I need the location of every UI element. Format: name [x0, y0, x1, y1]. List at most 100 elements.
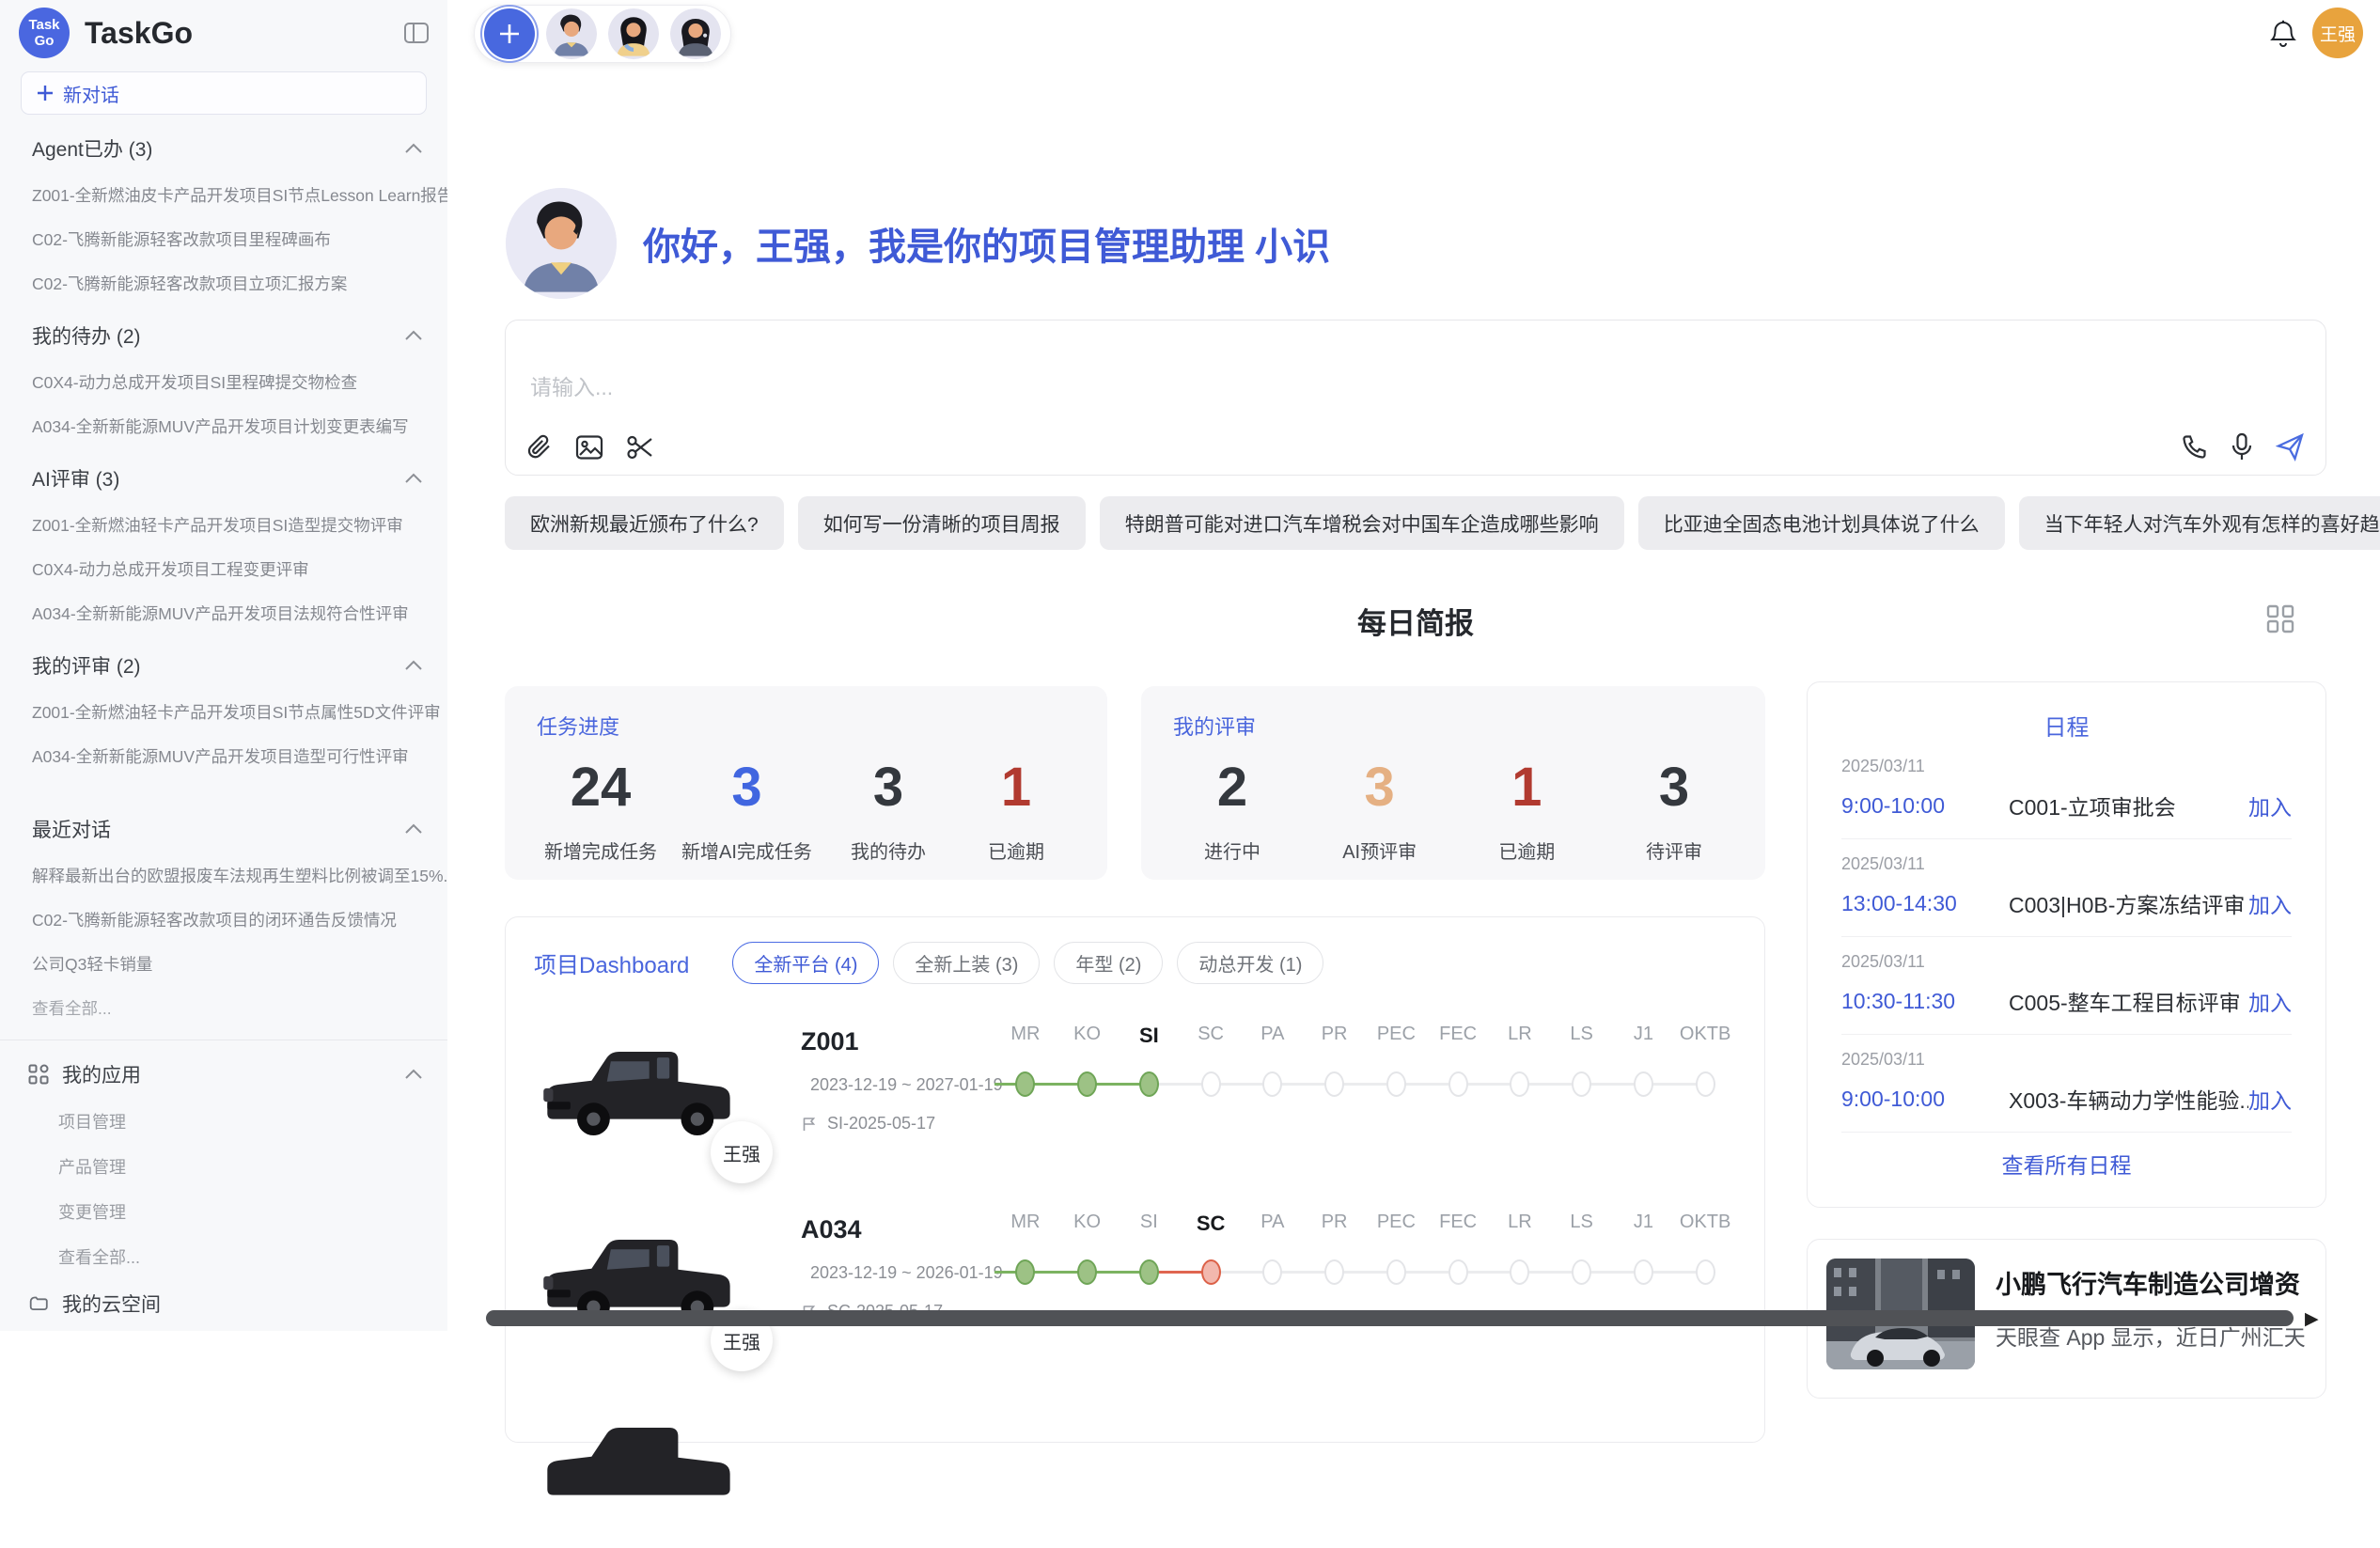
milestone-dot	[1386, 1071, 1406, 1097]
filter-pill[interactable]: 年型 (2)	[1054, 942, 1163, 984]
event-time: 13:00-14:30	[1841, 891, 2009, 916]
suggestion-chip[interactable]: 当下年轻人对汽车外观有怎样的喜好趋势	[2019, 496, 2380, 550]
agent-avatar[interactable]	[608, 8, 659, 59]
sidebar-conversation[interactable]: C0X4-动力总成开发项目SI里程碑提交物检查	[0, 360, 447, 404]
cloud-space-label: 我的云空间	[62, 1290, 161, 1318]
sidebar-app-change-mgmt[interactable]: 变更管理	[0, 1189, 447, 1234]
logo-text-1: Task	[28, 17, 59, 33]
milestone-dot	[1015, 1071, 1035, 1097]
filter-pill[interactable]: 全新平台 (4)	[732, 942, 879, 984]
collapse-sidebar-icon[interactable]	[404, 22, 429, 44]
sidebar-conversation[interactable]: A034-全新新能源MUV产品开发项目计划变更表编写	[0, 404, 447, 448]
section-header[interactable]: Agent已办 (3)	[0, 124, 447, 173]
event-name: C003|H0B-方案冻结评审	[2009, 887, 2248, 919]
milestone-label: LS	[1551, 1024, 1613, 1048]
sidebar-conversation[interactable]: C0X4-动力总成开发项目工程变更评审	[0, 547, 447, 591]
view-all-apps[interactable]: 查看全部...	[0, 1234, 447, 1279]
milestone-label: PEC	[1366, 1212, 1428, 1236]
section-title: 最近对话	[32, 815, 111, 843]
sidebar-conversation[interactable]: C02-飞腾新能源轻客改款项目立项汇报方案	[0, 261, 447, 305]
briefing-layout-grid-icon[interactable]	[2265, 603, 2295, 633]
stat: 3 新增AI完成任务	[681, 758, 812, 864]
join-meeting-link[interactable]: 加入	[2248, 887, 2292, 919]
microphone-icon[interactable]	[2231, 432, 2253, 461]
screenshot-scissors-icon[interactable]	[626, 433, 654, 461]
sidebar-conversation[interactable]: C02-飞腾新能源轻客改款项目的闭环通告反馈情况	[0, 898, 447, 942]
filter-pill[interactable]: 动总开发 (1)	[1177, 942, 1323, 984]
milestone-dot	[1510, 1071, 1529, 1097]
sidebar-item-my-apps[interactable]: 我的应用	[0, 1050, 447, 1099]
new-chat-button[interactable]: 新对话	[21, 71, 427, 115]
section-header[interactable]: 我的待办 (2)	[0, 311, 447, 360]
event-name: X003-车辆动力学性能验...	[2009, 1083, 2248, 1115]
project-row-partial	[534, 1398, 1736, 1548]
voice-call-icon[interactable]	[2181, 433, 2208, 461]
send-icon[interactable]	[2276, 432, 2305, 461]
sidebar: Task Go TaskGo 新对话 Agent已办 (3) Z001-全新燃油…	[0, 0, 447, 1331]
event-date: 2025/03/11	[1841, 854, 2292, 874]
chat-input-box[interactable]: 请输入...	[505, 320, 2326, 476]
section-header[interactable]: 最近对话	[0, 805, 447, 853]
stat-value: 2	[1181, 758, 1284, 818]
attach-file-icon[interactable]	[526, 433, 553, 461]
sidebar-conversation[interactable]: C02-飞腾新能源轻客改款项目里程碑画布	[0, 217, 447, 261]
sidebar-section-recent: 最近对话 解释最新出台的欧盟报废车法规再生塑料比例被调至15%... C02-飞…	[0, 805, 447, 1030]
milestone-dot	[1634, 1259, 1653, 1285]
project-row[interactable]: 王强 A034 2023-12-19 ~ 2026-01-19 SC-2025-…	[534, 1210, 1736, 1360]
suggestion-chip[interactable]: 比亚迪全固态电池计划具体说了什么	[1638, 496, 2005, 550]
agent-avatar[interactable]	[546, 8, 597, 59]
join-meeting-link[interactable]: 加入	[2248, 985, 2292, 1017]
agent-avatar[interactable]	[670, 8, 721, 59]
milestone-dot	[1077, 1259, 1097, 1285]
add-agent-button[interactable]	[484, 8, 535, 59]
sidebar-conversation[interactable]: Z001-全新燃油轻卡产品开发项目SI节点属性5D文件评审	[0, 690, 447, 734]
sidebar-conversation[interactable]: 公司Q3轻卡销量	[0, 942, 447, 986]
horizontal-scrollbar[interactable]	[486, 1310, 2294, 1326]
view-all-schedule-link[interactable]: 查看所有日程	[1841, 1133, 2292, 1195]
suggestion-chip[interactable]: 特朗普可能对进口汽车增税会对中国车企造成哪些影响	[1100, 496, 1624, 550]
sidebar-item-cloud-space[interactable]: 我的云空间	[0, 1279, 447, 1328]
view-all-conversations[interactable]: 查看全部...	[0, 986, 447, 1030]
project-dashboard-card: 项目Dashboard 全新平台 (4) 全新上装 (3) 年型 (2) 动总开…	[505, 916, 1765, 1443]
project-row[interactable]: 王强 Z001 2023-12-19 ~ 2027-01-19 SI-2025-…	[534, 1022, 1736, 1172]
stat: 1 已逾期	[964, 758, 1068, 864]
sidebar-conversation[interactable]: Z001-全新燃油轻卡产品开发项目SI造型提交物评审	[0, 503, 447, 547]
milestone-dot	[1386, 1259, 1406, 1285]
milestone-dot	[1510, 1259, 1529, 1285]
milestone-label: PA	[1242, 1212, 1304, 1236]
suggestion-chips: 欧洲新规最近颁布了什么? 如何写一份清晰的项目周报 特朗普可能对进口汽车增税会对…	[505, 496, 2326, 550]
section-header[interactable]: AI评审 (3)	[0, 454, 447, 503]
event-time: 9:00-10:00	[1841, 793, 2009, 819]
new-chat-label: 新对话	[63, 80, 119, 107]
scroll-right-arrow-icon[interactable]: ▶	[2305, 1308, 2319, 1330]
dashboard-title: 项目Dashboard	[534, 946, 689, 979]
sidebar-conversation[interactable]: A034-全新新能源MUV产品开发项目法规符合性评审	[0, 591, 447, 635]
sidebar-conversation[interactable]: A034-全新新能源MUV产品开发项目造型可行性评审	[0, 734, 447, 778]
notifications-bell-icon[interactable]	[2269, 19, 2297, 49]
sidebar-section-agent-done: Agent已办 (3) Z001-全新燃油皮卡产品开发项目SI节点Lesson …	[0, 124, 447, 305]
insert-image-icon[interactable]	[575, 434, 603, 461]
milestone-label: J1	[1613, 1024, 1675, 1048]
sidebar-app-project-mgmt[interactable]: 项目管理	[0, 1099, 447, 1144]
sidebar-app-product-mgmt[interactable]: 产品管理	[0, 1144, 447, 1189]
suggestion-chip[interactable]: 如何写一份清晰的项目周报	[798, 496, 1086, 550]
suggestion-chip[interactable]: 欧洲新规最近颁布了什么?	[505, 496, 784, 550]
sidebar-conversation[interactable]: 解释最新出台的欧盟报废车法规再生塑料比例被调至15%...	[0, 853, 447, 898]
dashboard-filters: 全新平台 (4) 全新上装 (3) 年型 (2) 动总开发 (1)	[732, 942, 1323, 984]
milestone-dot	[1324, 1071, 1344, 1097]
milestone-label: PA	[1242, 1024, 1304, 1048]
milestone-label: SI	[1119, 1212, 1181, 1236]
user-avatar[interactable]: 王强	[2312, 8, 2363, 58]
event-date: 2025/03/11	[1841, 757, 2292, 776]
event-date: 2025/03/11	[1841, 952, 2292, 972]
project-code: A034	[801, 1215, 994, 1244]
join-meeting-link[interactable]: 加入	[2248, 1083, 2292, 1115]
filter-pill[interactable]: 全新上装 (3)	[893, 942, 1040, 984]
milestone-label: PEC	[1366, 1024, 1428, 1048]
chat-input-placeholder: 请输入...	[530, 369, 2301, 401]
sidebar-conversation[interactable]: Z001-全新燃油皮卡产品开发项目SI节点Lesson Learn报告	[0, 173, 447, 217]
milestone-label: FEC	[1427, 1024, 1489, 1048]
join-meeting-link[interactable]: 加入	[2248, 790, 2292, 821]
milestone-dot	[1139, 1071, 1159, 1097]
section-header[interactable]: 我的评审 (2)	[0, 641, 447, 690]
